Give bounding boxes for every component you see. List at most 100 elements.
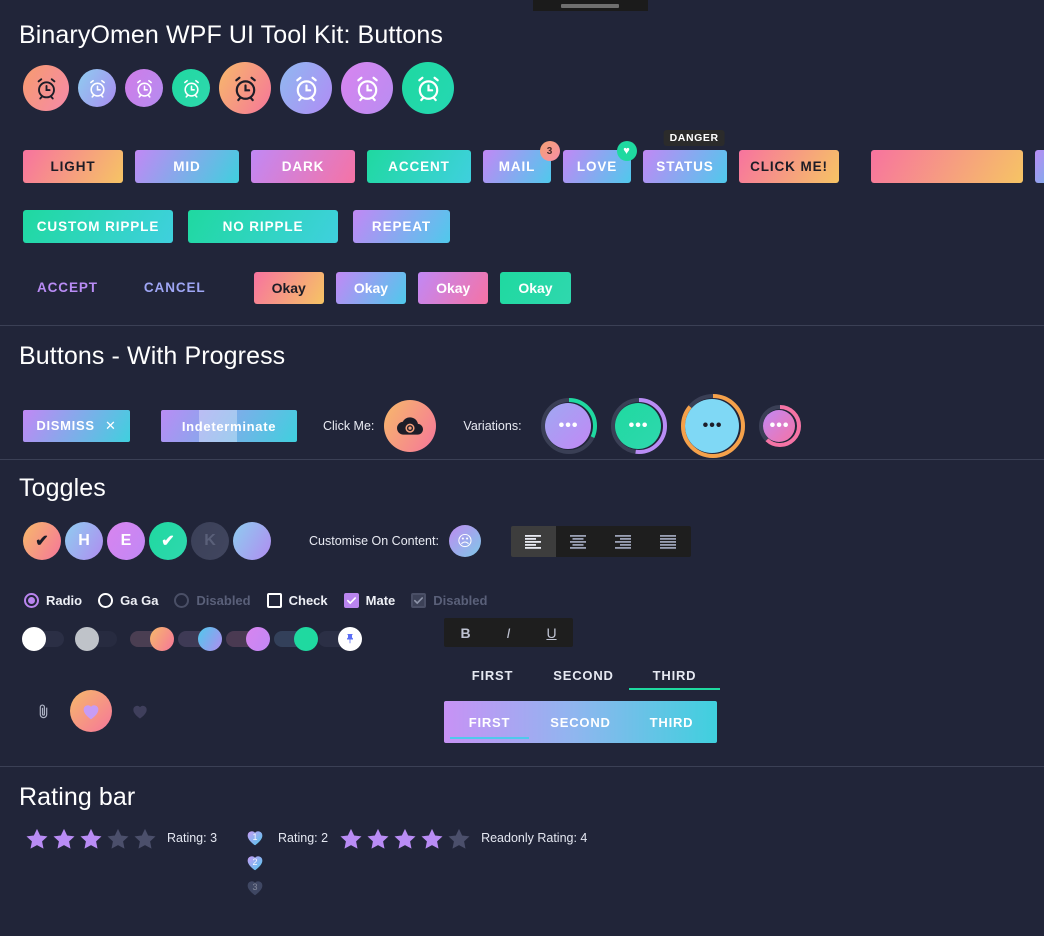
- customise-toggle-button[interactable]: ☹: [448, 525, 481, 557]
- dismiss-progress-button[interactable]: DISMISS ✕: [23, 410, 130, 442]
- heart-toggle-on[interactable]: [70, 690, 112, 732]
- rating-star[interactable]: [419, 826, 445, 857]
- align-right-button[interactable]: [601, 526, 646, 557]
- radio-gaga[interactable]: Ga Ga: [98, 593, 158, 608]
- cancel-button[interactable]: CANCEL: [130, 271, 220, 304]
- dark-button[interactable]: DARK: [251, 150, 355, 183]
- checkbox-disabled[interactable]: Disabled: [411, 593, 487, 608]
- rating-star[interactable]: [365, 826, 391, 857]
- rating-heart[interactable]: 1: [244, 826, 266, 851]
- bold-button[interactable]: B: [444, 618, 487, 647]
- star-rating-bar[interactable]: [24, 826, 159, 857]
- close-icon[interactable]: ✕: [105, 418, 117, 433]
- toggle-blank[interactable]: [233, 522, 271, 560]
- tab-second[interactable]: SECOND: [538, 668, 629, 690]
- click-me-button[interactable]: CLICK ME!: [739, 150, 839, 183]
- custom-ripple-button[interactable]: CUSTOM RIPPLE: [23, 210, 173, 243]
- radio-disabled-label: Disabled: [196, 593, 251, 608]
- no-ripple-button[interactable]: NO RIPPLE: [188, 210, 338, 243]
- cloud-sync-fab[interactable]: [384, 400, 437, 452]
- underline-button[interactable]: U: [530, 618, 573, 647]
- toggle-check-2[interactable]: ✔: [149, 522, 187, 560]
- indeterminate-progress-button[interactable]: Indeterminate: [161, 410, 297, 442]
- fab-button-row: [23, 62, 463, 114]
- gradient-tab-first[interactable]: FIRST: [444, 701, 535, 743]
- variation-ring-3[interactable]: •••: [680, 393, 746, 459]
- fab-alarm-4[interactable]: [172, 69, 210, 107]
- status-button[interactable]: STATUS DANGER: [643, 130, 727, 183]
- rating-star[interactable]: [51, 826, 77, 857]
- gradient-tab-third[interactable]: THIRD: [626, 701, 717, 743]
- toggle-e[interactable]: E: [107, 522, 145, 560]
- tab-third[interactable]: THIRD: [629, 668, 720, 690]
- align-justify-button[interactable]: [646, 526, 691, 557]
- empty-gradient-button[interactable]: [871, 150, 1023, 183]
- mail-button[interactable]: MAIL 3: [483, 141, 560, 183]
- radio-radio-control[interactable]: [24, 593, 39, 608]
- radio-disabled[interactable]: Disabled: [174, 593, 251, 608]
- okay-button-4[interactable]: Okay: [500, 271, 571, 304]
- tab-first[interactable]: FIRST: [447, 668, 538, 690]
- rating-heart[interactable]: 2: [244, 851, 266, 876]
- switch-on-blue[interactable]: [178, 627, 222, 651]
- checkbox-check-control[interactable]: [266, 593, 282, 608]
- attachment-toggle[interactable]: [35, 703, 52, 720]
- fab-alarm-6[interactable]: [280, 62, 332, 114]
- okay-button-3[interactable]: Okay: [418, 271, 489, 304]
- variation-ring-1[interactable]: •••: [540, 397, 598, 455]
- rating-star[interactable]: [105, 826, 131, 857]
- fab-alarm-5[interactable]: [219, 62, 271, 114]
- toggle-check-1[interactable]: ✔: [23, 522, 61, 560]
- switch-off-white[interactable]: [22, 627, 64, 651]
- heart-rating-bar[interactable]: 1 2 3: [244, 826, 266, 901]
- takeoff-icon-button[interactable]: [1035, 150, 1044, 183]
- switch-on-pink[interactable]: [226, 627, 270, 651]
- rating-star[interactable]: [392, 826, 418, 857]
- align-left-button[interactable]: [510, 525, 556, 557]
- align-left-icon: [525, 534, 542, 549]
- checkbox-check[interactable]: Check: [266, 593, 328, 608]
- rating-star[interactable]: [446, 826, 472, 857]
- light-button[interactable]: LIGHT: [23, 150, 123, 183]
- repeat-button[interactable]: REPEAT: [353, 210, 450, 243]
- heart-toggle-off[interactable]: [130, 701, 150, 721]
- mid-button[interactable]: MID: [135, 150, 239, 183]
- rating-star[interactable]: [78, 826, 104, 857]
- switch-on-orange[interactable]: [130, 627, 174, 651]
- switch-on-pin[interactable]: [318, 627, 362, 651]
- underline-button-label: U: [546, 624, 557, 641]
- rating-star[interactable]: [132, 826, 158, 857]
- checkbox-disabled-control[interactable]: [411, 593, 427, 608]
- fab-alarm-7[interactable]: [341, 62, 393, 114]
- pin-icon: [347, 634, 353, 644]
- rating-heart[interactable]: 3: [244, 876, 266, 901]
- fab-alarm-2[interactable]: [78, 69, 116, 107]
- fab-alarm-8[interactable]: [402, 62, 454, 114]
- checkbox-mate-control[interactable]: [343, 593, 359, 608]
- accept-button[interactable]: ACCEPT: [23, 271, 112, 304]
- alarm-clock-icon: [136, 79, 152, 98]
- variation-ring-2[interactable]: •••: [610, 397, 668, 455]
- toggle-h[interactable]: H: [65, 522, 103, 560]
- switch-off-disabled[interactable]: [75, 627, 117, 651]
- radio-radio[interactable]: Radio: [24, 593, 82, 608]
- variation-ring-4[interactable]: •••: [758, 404, 802, 448]
- accent-button[interactable]: ACCENT: [367, 150, 471, 183]
- rating-star[interactable]: [24, 826, 50, 857]
- checkbox-mate[interactable]: Mate: [343, 593, 395, 608]
- rating-star[interactable]: [338, 826, 364, 857]
- toggle-k-disabled[interactable]: K: [191, 522, 229, 560]
- star-rating-label: Rating: 3: [167, 831, 218, 845]
- radio-disabled-control[interactable]: [174, 593, 190, 608]
- italic-button[interactable]: I: [487, 618, 530, 647]
- align-center-button[interactable]: [556, 526, 601, 557]
- love-button[interactable]: LOVE ♥: [563, 141, 637, 183]
- fab-alarm-1[interactable]: [23, 65, 69, 111]
- fab-alarm-3[interactable]: [125, 69, 163, 107]
- switch-on-green[interactable]: [274, 627, 318, 651]
- gradient-tab-second[interactable]: SECOND: [535, 701, 626, 743]
- align-center-icon: [570, 534, 587, 549]
- okay-button-1[interactable]: Okay: [253, 271, 324, 304]
- okay-button-2[interactable]: Okay: [335, 271, 407, 304]
- radio-gaga-control[interactable]: [98, 593, 114, 608]
